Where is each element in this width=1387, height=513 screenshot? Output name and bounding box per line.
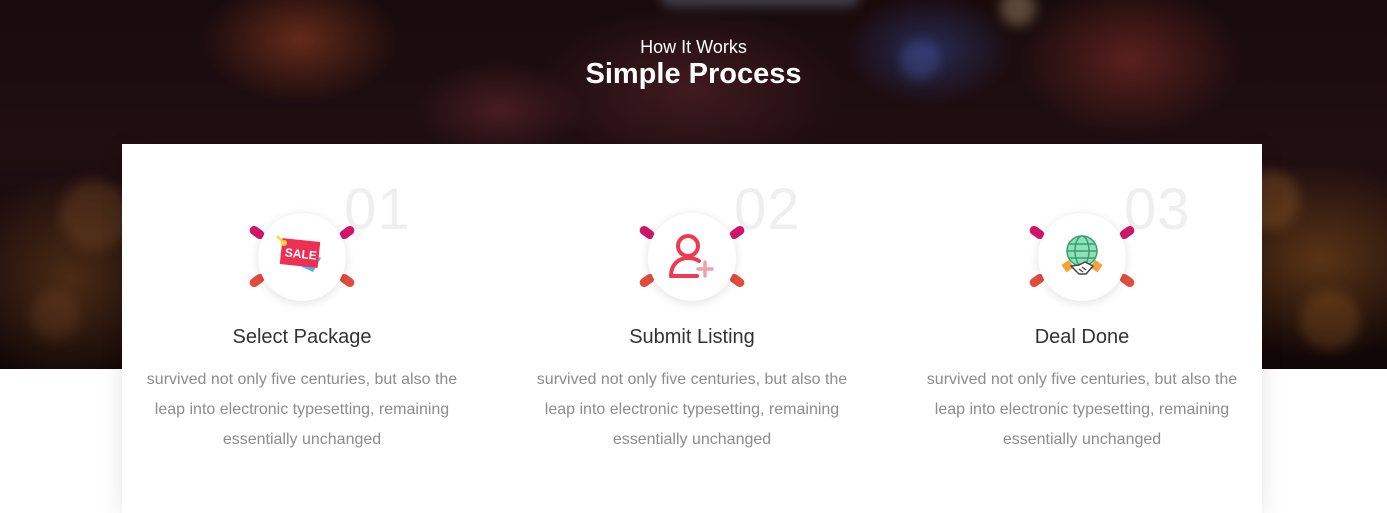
icon-circle <box>648 213 736 301</box>
step-icon-badge <box>1027 206 1137 301</box>
bokeh-light <box>60 180 130 250</box>
globe-handshake-icon <box>1061 235 1103 275</box>
sale-tag-icon: SALE <box>276 235 321 272</box>
process-step-3: 03 Deal Done survived not only five cent… <box>902 144 1262 513</box>
process-step-2: 02 Submit Listing survived not only five… <box>512 144 872 513</box>
bokeh-light <box>1300 290 1360 350</box>
section-title: Simple Process <box>585 58 802 90</box>
icon-circle <box>1038 213 1126 301</box>
process-step-1: 01 SALE Select Package survived not only… <box>122 144 482 513</box>
step-title: Submit Listing <box>629 326 755 348</box>
process-card: 01 SALE Select Package survived not only… <box>122 144 1262 513</box>
step-title: Select Package <box>232 326 372 348</box>
step-icon-badge: SALE <box>247 206 357 301</box>
bokeh-light <box>1000 0 1036 26</box>
step-title: Deal Done <box>1034 326 1130 348</box>
section-subtitle: How It Works <box>640 37 747 57</box>
icon-circle: SALE <box>258 213 346 301</box>
step-description: survived not only five centuries, but al… <box>926 371 1238 448</box>
bokeh-light <box>660 0 860 6</box>
step-description: survived not only five centuries, but al… <box>536 371 848 448</box>
bokeh-light <box>30 290 80 340</box>
step-description: survived not only five centuries, but al… <box>146 371 458 448</box>
add-user-icon <box>669 234 714 278</box>
step-icon-badge <box>637 206 747 301</box>
